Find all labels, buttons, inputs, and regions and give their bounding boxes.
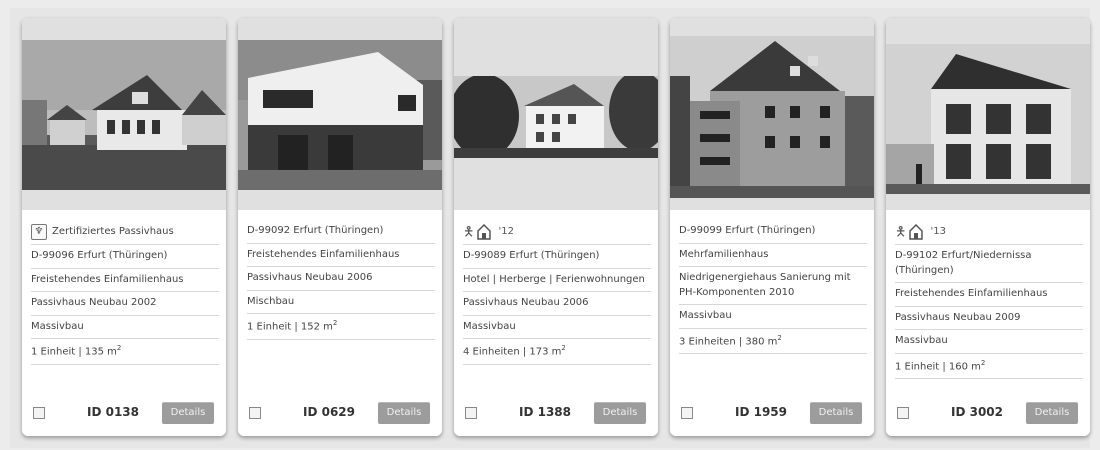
details-button[interactable]: Details <box>594 402 646 424</box>
building-photo[interactable] <box>238 40 442 190</box>
person-house-award-icon: 🯅 <box>895 224 907 240</box>
construction-type: Massivbau <box>895 330 1083 354</box>
card-footer: ID 1388 Details <box>454 396 658 436</box>
certificate-row: ♆ Zertifiziertes Passivhaus <box>31 220 219 245</box>
house-award-icon <box>909 224 924 240</box>
standard-year: Niedrigenergiehaus Sanierung mit PH-Komp… <box>679 267 867 305</box>
compare-checkbox[interactable] <box>897 407 909 419</box>
location: D-99102 Erfurt/Niedernissa (Thüringen) <box>895 245 1083 283</box>
construction-type: Massivbau <box>463 316 651 339</box>
units-area: 4 Einheiten | 173 m2 <box>463 339 651 365</box>
award-row: 🯅 '13 <box>895 220 1083 245</box>
units-area: 1 Einheit | 152 m2 <box>247 314 435 340</box>
details-button[interactable]: Details <box>378 402 430 424</box>
compare-checkbox[interactable] <box>33 407 45 419</box>
photo-area <box>886 18 1090 210</box>
details-button[interactable]: Details <box>162 402 214 424</box>
building-card: ♆ Zertifiziertes Passivhaus D-99096 Erfu… <box>22 18 226 436</box>
badge-label: Zertifiziertes Passivhaus <box>52 225 174 237</box>
card-info: ♆ Zertifiziertes Passivhaus D-99096 Erfu… <box>31 220 219 365</box>
award-year: '13 <box>930 225 946 237</box>
project-id: ID 3002 <box>950 405 1003 419</box>
location: D-99092 Erfurt (Thüringen) <box>247 220 435 244</box>
construction-type: Mischbau <box>247 291 435 314</box>
results-grid: ♆ Zertifiziertes Passivhaus D-99096 Erfu… <box>10 8 1090 448</box>
location: D-99096 Erfurt (Thüringen) <box>31 245 219 269</box>
building-card: D-99099 Erfurt (Thüringen) Mehrfamilienh… <box>670 18 874 436</box>
photo-area <box>238 18 442 210</box>
location: D-99099 Erfurt (Thüringen) <box>679 220 867 244</box>
construction-type: Massivbau <box>31 316 219 339</box>
building-type: Freistehendes Einfamilienhaus <box>247 244 435 267</box>
standard-year: Passivhaus Neubau 2009 <box>895 307 1083 330</box>
card-footer: ID 0629 Details <box>238 396 442 436</box>
building-card: 🯅 '12 D-99089 Erfurt (Thüringen) Hotel |… <box>454 18 658 436</box>
building-card: D-99092 Erfurt (Thüringen) Freistehendes… <box>238 18 442 436</box>
compare-checkbox[interactable] <box>249 407 261 419</box>
project-id: ID 0138 <box>86 405 139 419</box>
photo-area <box>22 18 226 210</box>
building-type: Freistehendes Einfamilienhaus <box>31 269 219 292</box>
details-button[interactable]: Details <box>810 402 862 424</box>
building-photo[interactable] <box>22 40 226 190</box>
building-type: Hotel | Herberge | Ferienwohnungen <box>463 269 651 292</box>
compare-checkbox[interactable] <box>681 407 693 419</box>
building-photo[interactable] <box>454 76 658 158</box>
card-info: 🯅 '13 D-99102 Erfurt/Niedernissa (Thürin… <box>895 220 1083 380</box>
person-house-award-icon: 🯅 <box>463 224 475 240</box>
building-card: 🯅 '13 D-99102 Erfurt/Niedernissa (Thürin… <box>886 18 1090 436</box>
leaf-certificate-icon: ♆ <box>31 224 47 240</box>
card-footer: ID 0138 Details <box>22 396 226 436</box>
card-info: D-99092 Erfurt (Thüringen) Freistehendes… <box>247 220 435 340</box>
project-id: ID 1388 <box>518 405 571 419</box>
card-info: 🯅 '12 D-99089 Erfurt (Thüringen) Hotel |… <box>463 220 651 365</box>
building-type: Mehrfamilienhaus <box>679 244 867 267</box>
units-area: 3 Einheiten | 380 m2 <box>679 329 867 355</box>
compare-checkbox[interactable] <box>465 407 477 419</box>
building-type: Freistehendes Einfamilienhaus <box>895 283 1083 307</box>
photo-area <box>454 18 658 210</box>
card-info: D-99099 Erfurt (Thüringen) Mehrfamilienh… <box>679 220 867 355</box>
project-id: ID 1959 <box>734 405 787 419</box>
units-area: 1 Einheit | 135 m2 <box>31 339 219 365</box>
award-row: 🯅 '12 <box>463 220 651 245</box>
photo-area <box>670 18 874 210</box>
standard-year: Passivhaus Neubau 2006 <box>463 292 651 316</box>
house-award-icon <box>477 224 492 240</box>
building-photo[interactable] <box>670 36 874 198</box>
units-area: 1 Einheit | 160 m2 <box>895 354 1083 380</box>
card-footer: ID 3002 Details <box>886 396 1090 436</box>
card-footer: ID 1959 Details <box>670 396 874 436</box>
standard-year: Passivhaus Neubau 2006 <box>247 267 435 291</box>
project-id: ID 0629 <box>302 405 355 419</box>
award-year: '12 <box>498 225 514 237</box>
details-button[interactable]: Details <box>1026 402 1078 424</box>
location: D-99089 Erfurt (Thüringen) <box>463 245 651 269</box>
standard-year: Passivhaus Neubau 2002 <box>31 292 219 316</box>
building-photo[interactable] <box>886 44 1090 194</box>
construction-type: Massivbau <box>679 305 867 329</box>
